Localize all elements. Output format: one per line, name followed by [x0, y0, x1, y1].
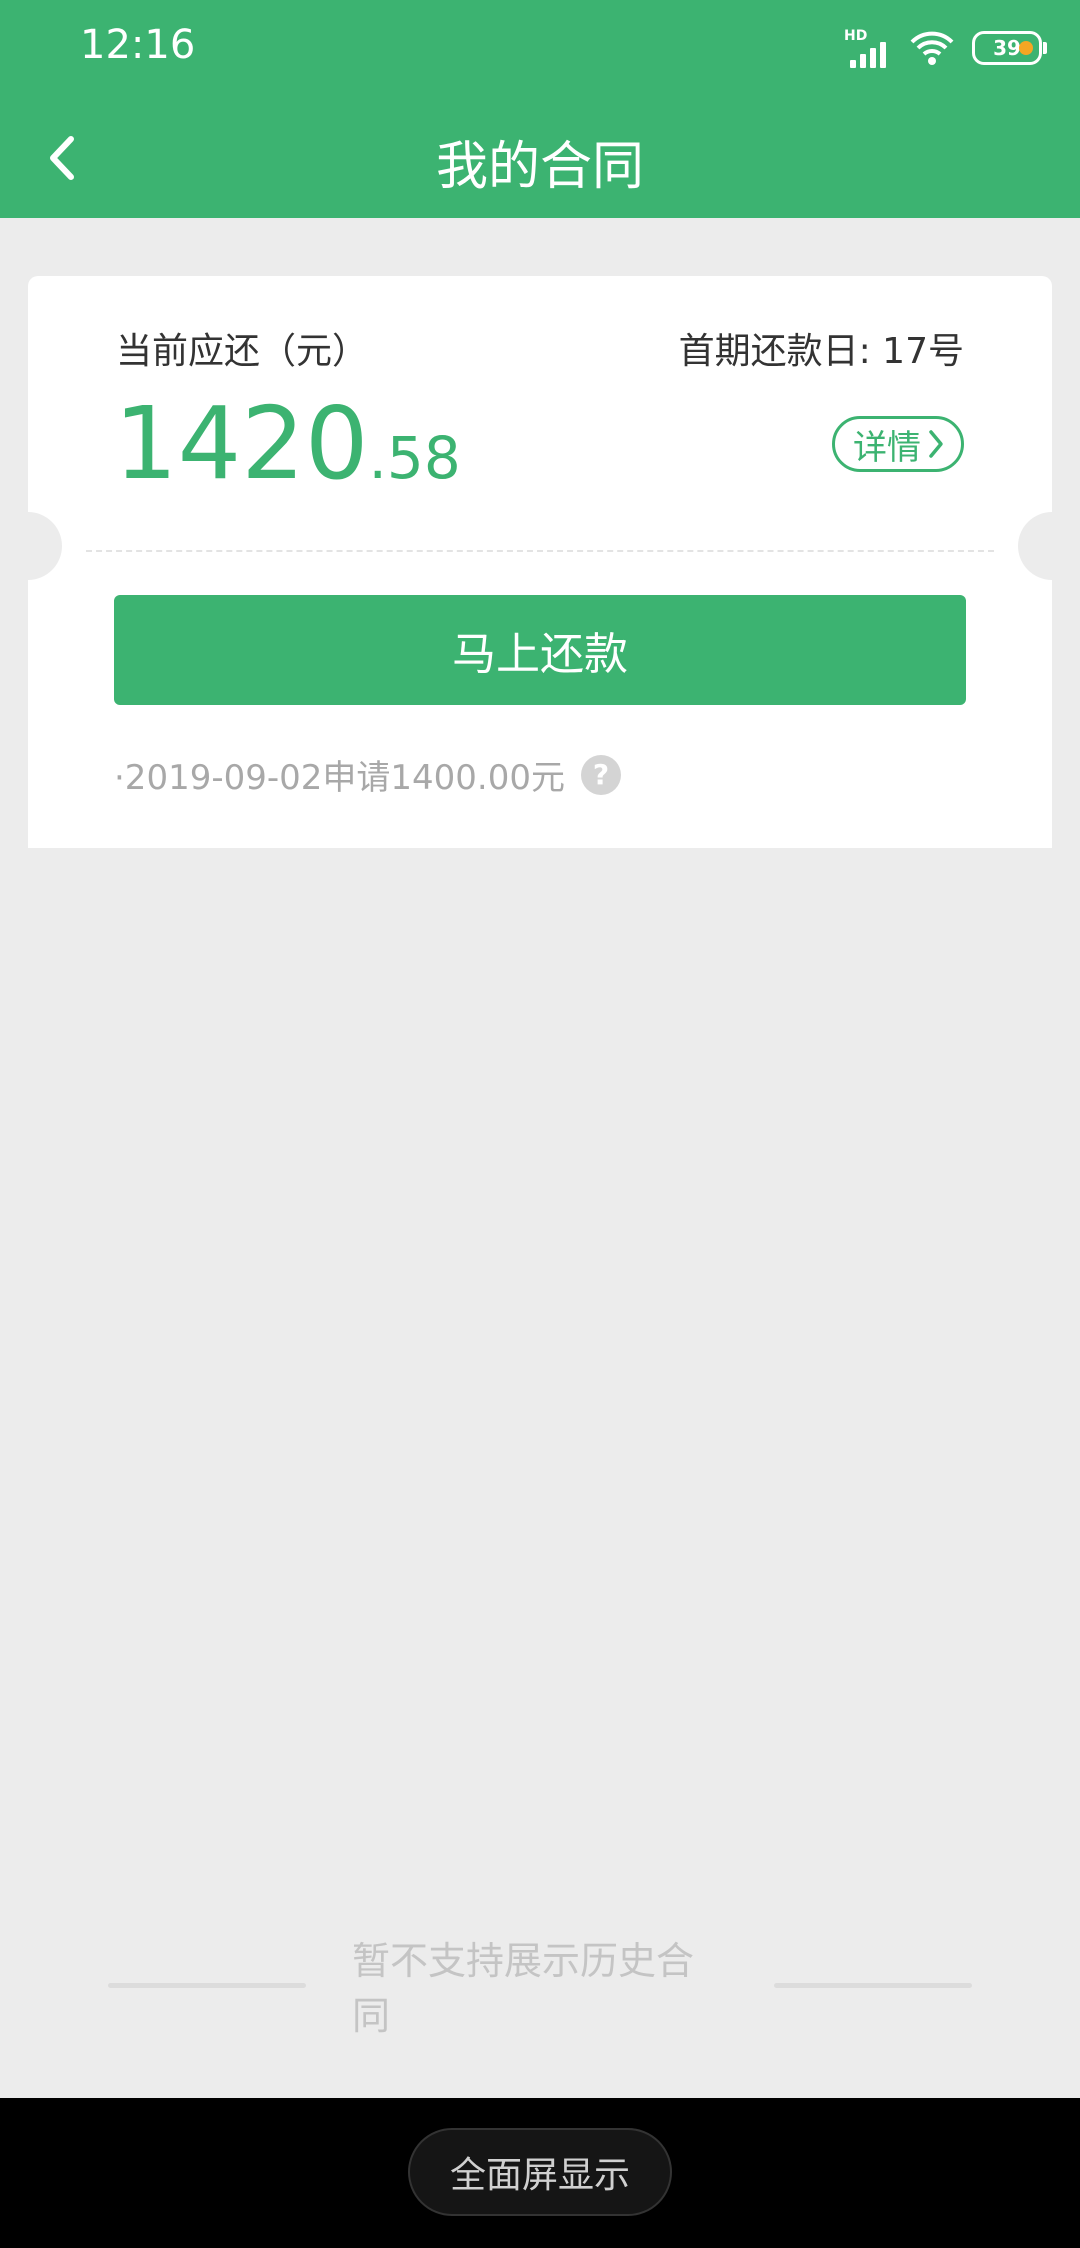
application-note: ·2019-09-02申请1400.00元 ?	[114, 750, 621, 799]
system-bottom-bar: 全面屏显示	[0, 2098, 1080, 2248]
help-icon[interactable]: ?	[581, 754, 621, 795]
status-bar: 12:16 HD 39	[0, 0, 1080, 96]
detail-button[interactable]: 详情	[832, 416, 964, 472]
due-amount-integer: 1420	[114, 385, 369, 502]
repay-now-button[interactable]: 马上还款	[114, 595, 966, 705]
detail-button-label: 详情	[853, 427, 921, 468]
application-note-text: ·2019-09-02申请1400.00元	[114, 758, 565, 798]
history-note: 暂不支持展示历史合同	[108, 1939, 972, 2038]
due-amount: 1420.58	[114, 394, 461, 494]
history-note-text: 暂不支持展示历史合同	[351, 1939, 694, 2038]
wifi-icon	[910, 31, 954, 65]
history-line-right	[774, 1982, 972, 1988]
current-due-label: 当前应还（元）	[116, 331, 369, 372]
fullscreen-display-button[interactable]: 全面屏显示	[408, 2128, 672, 2216]
card-scalloped-edge	[28, 838, 1052, 858]
nav-bar: 我的合同	[0, 96, 1080, 218]
card-divider	[86, 550, 994, 552]
status-time: 12:16	[80, 22, 196, 68]
battery-level: 39	[993, 36, 1021, 60]
status-icons: HD 39	[844, 26, 1047, 70]
battery-icon: 39	[972, 31, 1047, 65]
first-repayment-date: 首期还款日: 17号	[678, 331, 964, 372]
due-amount-decimal: .58	[368, 424, 461, 492]
card-notch-left	[0, 512, 62, 580]
contract-card: 当前应还（元） 首期还款日: 17号 1420.58 详情 马上还款 ·2019…	[0, 276, 1080, 848]
page-title: 我的合同	[435, 137, 644, 197]
chevron-right-icon	[929, 430, 943, 458]
signal-icon: HD	[844, 28, 892, 68]
history-line-left	[108, 1982, 306, 1988]
card-notch-right	[1018, 512, 1080, 580]
